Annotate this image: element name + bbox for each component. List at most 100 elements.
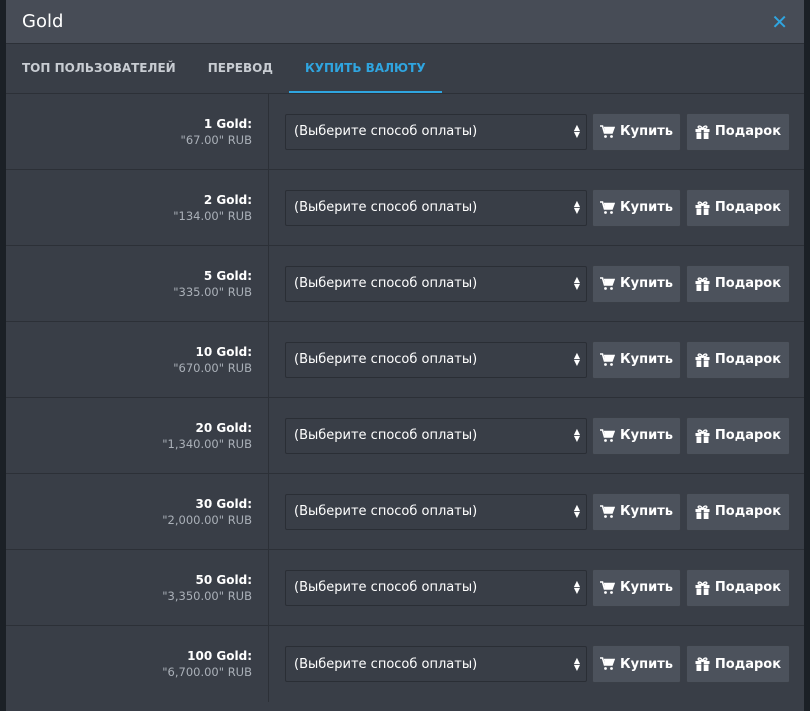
offer-price: "335.00" RUB [173,284,252,299]
gift-icon [695,276,710,291]
gift-button-label: Подарок [714,428,782,443]
offer-amount: 10 Gold: [195,344,252,359]
offer-row: 5 Gold: "335.00" RUB (Выберите способ оп… [6,246,804,322]
offer-price: "3,350.00" RUB [162,588,252,603]
offer-price: "1,340.00" RUB [162,436,252,451]
sort-caret-icon: ▲ ▼ [573,579,580,595]
offer-amount: 2 Gold: [203,192,252,207]
buy-button[interactable]: Купить [592,645,681,683]
buy-button[interactable]: Купить [592,264,681,303]
offer-price: "6,700.00" RUB [162,665,252,679]
sort-caret-icon: ▲ ▼ [573,427,580,443]
offer-label-cell: 5 Gold: "335.00" RUB [6,246,269,321]
buy-button-label: Купить [620,200,673,215]
gift-icon [695,428,710,443]
gift-button[interactable]: Подарок [686,340,790,379]
cart-icon [600,124,616,139]
buy-button[interactable]: Купить [592,568,681,607]
tab-bar: ТОП ПОЛЬЗОВАТЕЛЕЙ ПЕРЕВОД КУПИТЬ ВАЛЮТУ [6,44,804,94]
tab-transfer[interactable]: ПЕРЕВОД [192,44,289,93]
offer-row: 1 Gold: "67.00" RUB (Выберите способ опл… [6,94,804,170]
buy-button[interactable]: Купить [592,112,681,151]
sort-caret-icon: ▲ ▼ [573,655,580,672]
offer-actions: (Выберите способ оплаты) ▲ ▼ Купить Подар… [269,626,804,702]
gift-button[interactable]: Подарок [686,416,790,455]
offer-label-cell: 20 Gold: "1,340.00" RUB [6,398,269,473]
offer-amount: 20 Gold: [195,420,252,435]
payment-method-select[interactable]: (Выберите способ оплаты) ▲ ▼ [285,646,587,682]
gift-icon [695,352,710,367]
buy-button[interactable]: Купить [592,340,681,379]
payment-method-select[interactable]: (Выберите способ оплаты) ▲ ▼ [285,265,587,302]
payment-method-select[interactable]: (Выберите способ оплаты) ▲ ▼ [285,341,587,378]
cart-icon [600,580,616,595]
tab-buy-currency[interactable]: КУПИТЬ ВАЛЮТУ [289,44,442,93]
offer-row: 2 Gold: "134.00" RUB (Выберите способ оп… [6,170,804,246]
payment-method-value: (Выберите способ оплаты) [294,200,478,215]
sort-caret-icon: ▲ ▼ [573,351,580,367]
offer-actions: (Выберите способ оплаты) ▲ ▼ Купить Подар… [269,398,804,473]
payment-method-value: (Выберите способ оплаты) [294,428,478,443]
payment-method-select[interactable]: (Выберите способ оплаты) ▲ ▼ [285,113,587,150]
offer-price: "2,000.00" RUB [162,512,252,527]
buy-button-label: Купить [620,276,673,291]
gift-button[interactable]: Подарок [686,568,790,607]
offer-row: 10 Gold: "670.00" RUB (Выберите способ о… [6,322,804,398]
buy-button-label: Купить [620,352,673,367]
offer-price: "67.00" RUB [180,132,252,147]
buy-button[interactable]: Купить [592,188,681,227]
cart-icon [600,200,616,215]
gift-button-label: Подарок [714,200,782,215]
sort-caret-icon: ▲ ▼ [573,275,580,291]
payment-method-value: (Выберите способ оплаты) [294,352,478,367]
offer-price: "670.00" RUB [173,360,252,375]
payment-method-select[interactable]: (Выберите способ оплаты) ▲ ▼ [285,417,587,454]
gift-button[interactable]: Подарок [686,645,790,683]
offer-actions: (Выберите способ оплаты) ▲ ▼ Купить Подар… [269,322,804,397]
offer-row: 50 Gold: "3,350.00" RUB (Выберите способ… [6,550,804,626]
payment-method-select[interactable]: (Выберите способ оплаты) ▲ ▼ [285,493,587,530]
offer-amount: 50 Gold: [195,572,252,587]
gift-button[interactable]: Подарок [686,492,790,531]
gift-icon [695,200,710,215]
cart-icon [600,657,616,671]
modal-header: Gold ✕ [6,0,804,44]
offer-amount: 1 Gold: [203,116,252,131]
cart-icon [600,352,616,367]
payment-method-value: (Выберите способ оплаты) [294,124,478,139]
payment-method-select[interactable]: (Выберите способ оплаты) ▲ ▼ [285,189,587,226]
buy-button[interactable]: Купить [592,492,681,531]
payment-method-value: (Выберите способ оплаты) [294,276,478,291]
offer-actions: (Выберите способ оплаты) ▲ ▼ Купить Подар… [269,474,804,549]
gift-icon [695,504,710,519]
offer-row: 30 Gold: "2,000.00" RUB (Выберите способ… [6,474,804,550]
gift-button-label: Подарок [714,352,782,367]
payment-method-value: (Выберите способ оплаты) [294,656,478,672]
offer-row: 100 Gold: "6,700.00" RUB (Выберите спосо… [6,626,804,702]
gift-button[interactable]: Подарок [686,188,790,227]
sort-caret-icon: ▲ ▼ [573,503,580,519]
buy-button-label: Купить [620,504,673,519]
tab-top-users[interactable]: ТОП ПОЛЬЗОВАТЕЛЕЙ [6,44,192,93]
payment-method-select[interactable]: (Выберите способ оплаты) ▲ ▼ [285,569,587,606]
buy-button-label: Купить [620,580,673,595]
gift-button[interactable]: Подарок [686,112,790,151]
offer-list: 1 Gold: "67.00" RUB (Выберите способ опл… [6,94,804,702]
offer-actions: (Выберите способ оплаты) ▲ ▼ Купить Подар… [269,94,804,169]
gift-icon [695,580,710,595]
buy-button-label: Купить [620,124,673,139]
offer-label-cell: 100 Gold: "6,700.00" RUB [6,626,269,702]
gift-icon [695,657,710,671]
close-icon[interactable]: ✕ [771,12,788,32]
cart-icon [600,504,616,519]
payment-method-value: (Выберите способ оплаты) [294,580,478,595]
gift-button-label: Подарок [714,124,782,139]
cart-icon [600,276,616,291]
buy-button[interactable]: Купить [592,416,681,455]
offer-label-cell: 30 Gold: "2,000.00" RUB [6,474,269,549]
gift-button[interactable]: Подарок [686,264,790,303]
gift-button-label: Подарок [714,656,782,672]
buy-button-label: Купить [620,656,673,672]
cart-icon [600,428,616,443]
offer-amount: 30 Gold: [195,496,252,511]
